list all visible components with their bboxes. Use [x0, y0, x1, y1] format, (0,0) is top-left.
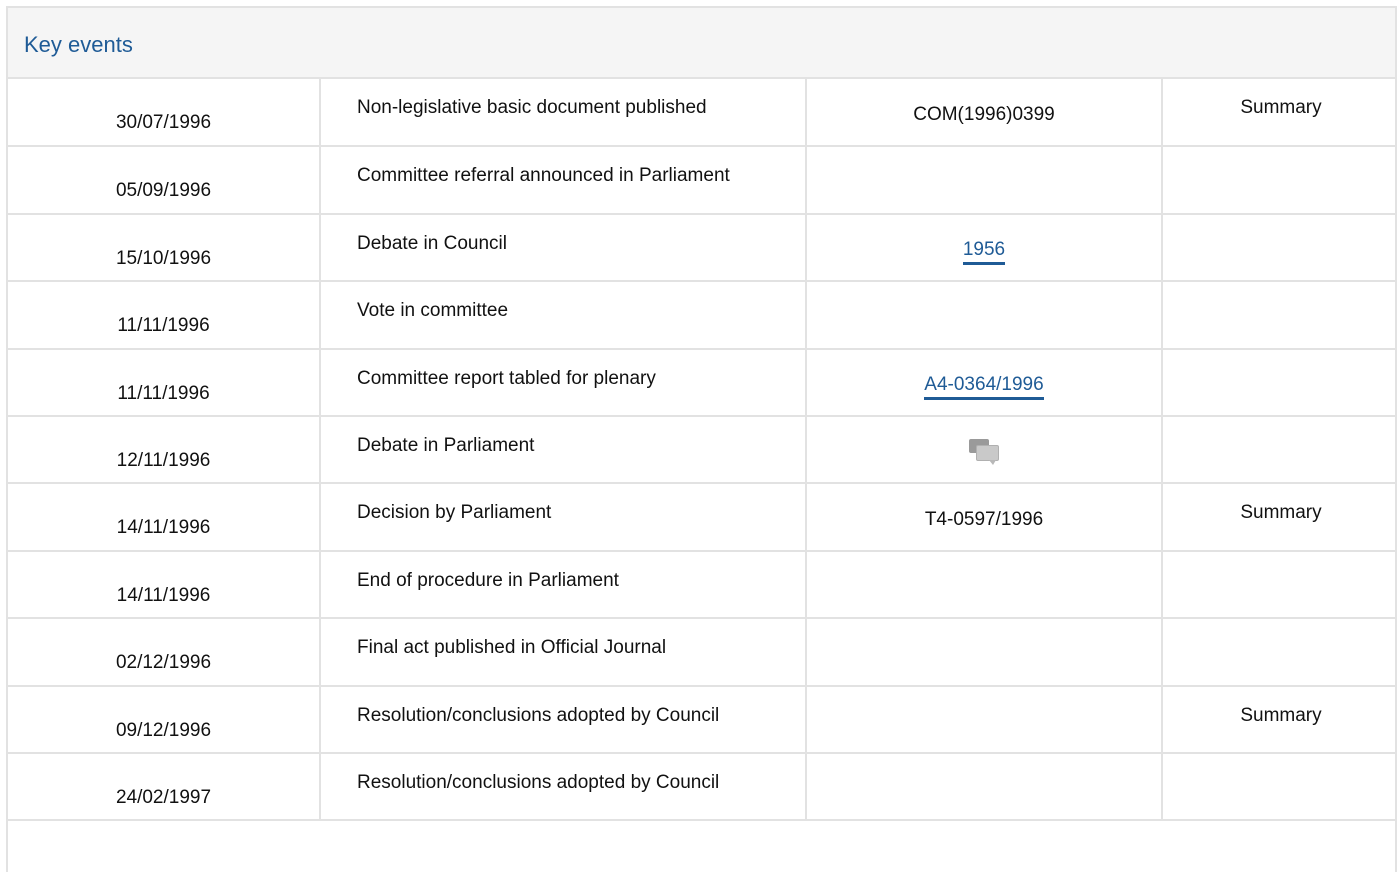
event-description: Debate in Parliament — [357, 434, 535, 456]
event-reference-cell — [806, 415, 1163, 485]
panel-title[interactable]: Key events — [24, 32, 133, 58]
event-description: Vote in committee — [357, 300, 509, 322]
event-reference-cell — [806, 146, 1163, 215]
event-date-cell: 24/02/1997 — [8, 752, 321, 822]
event-summary-cell — [1162, 550, 1395, 620]
event-description: Non-legislative basic document published — [357, 97, 707, 118]
event-reference-cell — [806, 685, 1163, 754]
event-date: 24/02/1997 — [115, 786, 212, 808]
table-row: 02/12/1996 Final act published in Officia… — [8, 618, 1395, 687]
event-date-cell: 05/09/1996 — [8, 146, 321, 215]
event-description: Final act published in Official Journal — [357, 637, 667, 659]
event-description: Resolution/conclusions adopted by Counci… — [357, 771, 720, 793]
event-description: Committee referral announced in Parliame… — [357, 165, 730, 187]
event-date-cell: 11/11/1996 — [8, 348, 321, 417]
event-date: 02/12/1996 — [115, 652, 212, 674]
event-date-cell: 14/11/1996 — [8, 550, 321, 620]
summary-link[interactable]: Summary — [1240, 701, 1321, 730]
reference-link[interactable]: A4-0364/1996 — [924, 373, 1044, 400]
event-summary-cell: Summary — [1162, 685, 1395, 754]
event-reference-cell: T4-0597/1996 — [806, 483, 1163, 552]
event-description: Debate in Council — [357, 232, 507, 254]
event-date-cell: 02/12/1996 — [8, 618, 321, 687]
event-description-cell: Resolution/conclusions adopted by Counci… — [320, 685, 807, 754]
event-description: End of procedure in Parliament — [357, 569, 619, 591]
event-description-cell: Committee report tabled for plenary — [320, 348, 807, 417]
event-description-cell: End of procedure in Parliament — [320, 550, 807, 620]
event-date-cell: 14/11/1996 — [8, 483, 321, 552]
event-date: 30/07/1996 — [115, 112, 212, 133]
event-date-cell: 11/11/1996 — [8, 281, 321, 350]
event-date: 14/11/1996 — [116, 584, 211, 606]
table-row: 09/12/1996 Resolution/conclusions adopted… — [8, 685, 1395, 754]
event-description-cell: Debate in Council — [320, 213, 807, 283]
debate-icon[interactable] — [967, 437, 1001, 467]
table-row: 12/11/1996 Debate in Parliament — [8, 415, 1395, 485]
event-date-cell: 12/11/1996 — [8, 415, 321, 485]
event-description-cell: Non-legislative basic document published — [320, 79, 807, 148]
event-description-cell: Resolution/conclusions adopted by Counci… — [320, 752, 807, 822]
event-summary-cell — [1162, 752, 1395, 822]
event-date: 09/12/1996 — [115, 719, 212, 741]
event-reference-cell: A4-0364/1996 — [806, 348, 1163, 417]
event-summary-cell: Summary — [1162, 79, 1395, 148]
table-row: 14/11/1996 Decision by Parliament T4-0597/… — [8, 483, 1395, 552]
reference-link[interactable]: 1956 — [962, 238, 1006, 265]
event-date: 05/09/1996 — [115, 180, 212, 202]
event-date: 15/10/1996 — [115, 247, 212, 269]
event-date: 12/11/1996 — [116, 449, 211, 471]
event-reference-cell: COM(1996)0399 — [806, 79, 1163, 148]
event-summary-cell: Summary — [1162, 483, 1395, 552]
panel-header[interactable]: Key events — [8, 8, 1395, 79]
event-description: Committee report tabled for plenary — [357, 367, 656, 389]
table-row: 24/02/1997 Resolution/conclusions adopted… — [8, 752, 1395, 822]
table-row: 11/11/1996 Vote in committee — [8, 281, 1395, 350]
event-date-cell: 15/10/1996 — [8, 213, 321, 283]
table-row: 15/10/1996 Debate in Council 1956 — [8, 213, 1395, 283]
event-date: 11/11/1996 — [117, 382, 210, 404]
key-events-panel: Key events 30/07/1996 Non-legislative bas… — [6, 6, 1397, 872]
event-description: Decision by Parliament — [357, 502, 552, 524]
table-row: 30/07/1996 Non-legislative basic document… — [8, 79, 1395, 148]
event-date: 14/11/1996 — [116, 517, 211, 539]
event-description: Resolution/conclusions adopted by Counci… — [357, 704, 720, 726]
event-date-cell: 30/07/1996 — [8, 79, 321, 148]
event-description-cell: Committee referral announced in Parliame… — [320, 146, 807, 215]
key-events-table: 30/07/1996 Non-legislative basic document… — [8, 79, 1395, 822]
event-summary-cell — [1162, 348, 1395, 417]
event-reference-cell — [806, 618, 1163, 687]
reference-text: COM(1996)0399 — [913, 104, 1055, 125]
key-events-body: 30/07/1996 Non-legislative basic document… — [8, 79, 1395, 822]
event-description-cell: Final act published in Official Journal — [320, 618, 807, 687]
summary-link[interactable]: Summary — [1240, 93, 1321, 122]
event-description-cell: Decision by Parliament — [320, 483, 807, 552]
event-summary-cell — [1162, 213, 1395, 283]
reference-text: T4-0597/1996 — [924, 509, 1044, 531]
event-reference-cell: 1956 — [806, 213, 1163, 283]
event-description-cell: Debate in Parliament — [320, 415, 807, 485]
event-reference-cell — [806, 752, 1163, 822]
event-reference-cell — [806, 550, 1163, 620]
summary-link[interactable]: Summary — [1240, 498, 1321, 527]
table-row: 11/11/1996 Committee report tabled for pl… — [8, 348, 1395, 417]
table-row: 14/11/1996 End of procedure in Parliament — [8, 550, 1395, 620]
event-date-cell: 09/12/1996 — [8, 685, 321, 754]
event-date: 11/11/1996 — [117, 315, 210, 337]
event-reference-cell — [806, 281, 1163, 350]
event-summary-cell — [1162, 618, 1395, 687]
event-summary-cell — [1162, 281, 1395, 350]
event-summary-cell — [1162, 146, 1395, 215]
event-summary-cell — [1162, 415, 1395, 485]
event-description-cell: Vote in committee — [320, 281, 807, 350]
table-row: 05/09/1996 Committee referral announced i… — [8, 146, 1395, 215]
